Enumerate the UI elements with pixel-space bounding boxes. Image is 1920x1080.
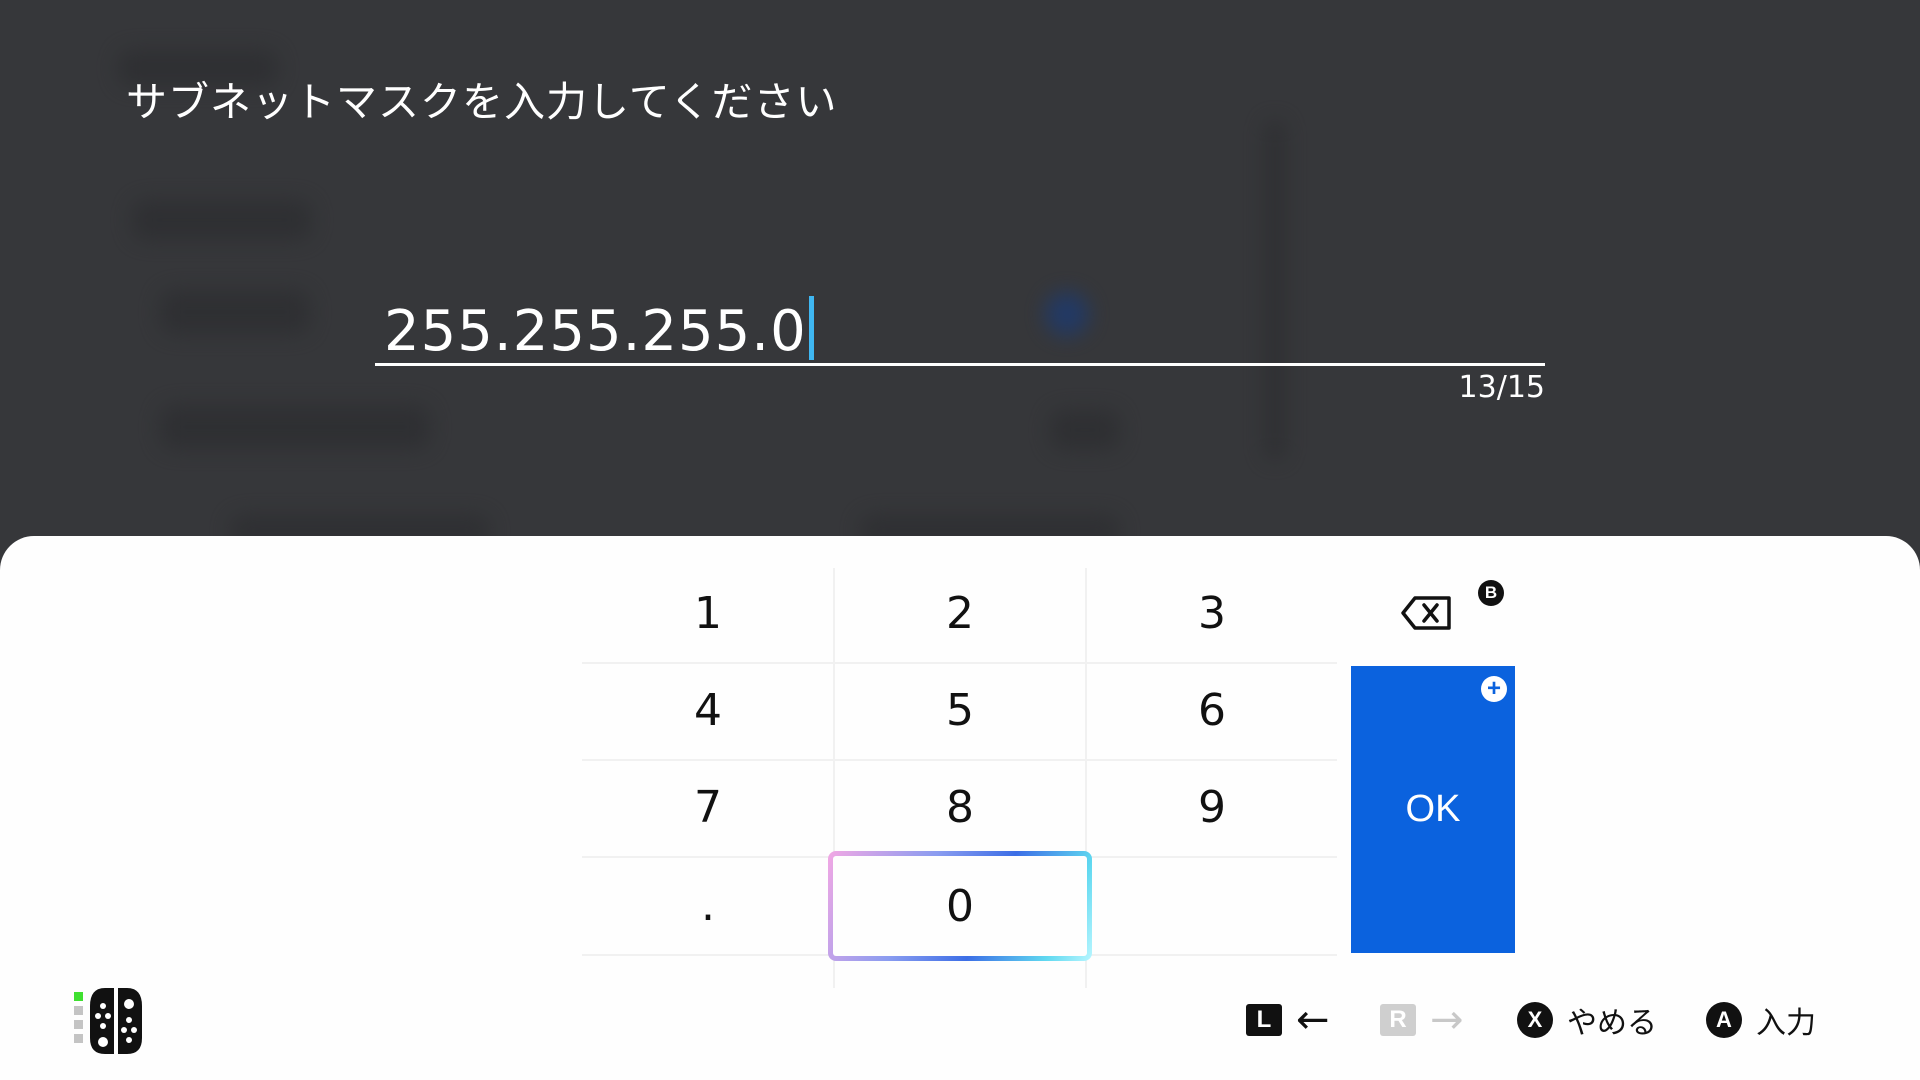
key-5[interactable]: 5 (835, 663, 1085, 758)
cursor-left-hint[interactable]: L ← (1246, 998, 1330, 1042)
key-2[interactable]: 2 (835, 566, 1085, 661)
arrow-left-icon: ← (1296, 997, 1330, 1043)
key-1[interactable]: 1 (583, 566, 833, 661)
background-blur (1050, 410, 1120, 450)
input-value: 255.255.255.0 (384, 299, 807, 364)
enter-hint[interactable]: A 入力 (1706, 998, 1816, 1042)
plus-button-badge: + (1481, 676, 1507, 702)
input-value-row: 255.255.255.0 (384, 296, 814, 364)
ok-label: OK (1405, 788, 1461, 830)
text-caret (808, 296, 814, 360)
background-blur (160, 405, 430, 449)
key-3[interactable]: 3 (1087, 566, 1337, 661)
x-button-icon: X (1517, 1002, 1553, 1038)
key-0-selected[interactable]: 0 (828, 851, 1092, 961)
subnet-mask-input[interactable]: 255.255.255.0 (375, 290, 1545, 366)
cursor-right-hint: R → (1380, 998, 1464, 1042)
b-button-badge: B (1478, 580, 1504, 606)
key-4[interactable]: 4 (583, 663, 833, 758)
enter-label: 入力 (1756, 1006, 1816, 1041)
prompt-title: サブネットマスクを入力してください (126, 78, 838, 126)
cancel-label: やめる (1567, 1006, 1657, 1041)
character-counter: 13/15 (1458, 370, 1545, 405)
a-button-icon: A (1706, 1002, 1742, 1038)
backspace-icon (1401, 596, 1451, 630)
r-button-icon: R (1380, 1004, 1416, 1036)
key-7[interactable]: 7 (583, 760, 833, 855)
key-8[interactable]: 8 (835, 760, 1085, 855)
key-decimal-point[interactable]: . (583, 858, 833, 953)
arrow-right-icon: → (1430, 997, 1464, 1043)
screen: サブネットマスクを入力してください 255.255.255.0 13/15 1 … (0, 0, 1920, 1080)
l-button-icon: L (1246, 1004, 1282, 1036)
key-9[interactable]: 9 (1087, 760, 1337, 855)
ok-button[interactable]: OK + (1351, 666, 1515, 953)
key-6[interactable]: 6 (1087, 663, 1337, 758)
backspace-button[interactable] (1352, 568, 1502, 658)
background-blur (160, 290, 310, 334)
joycon-pair-icon (74, 988, 142, 1054)
cancel-hint[interactable]: X やめる (1517, 998, 1657, 1042)
background-blur (132, 200, 312, 240)
